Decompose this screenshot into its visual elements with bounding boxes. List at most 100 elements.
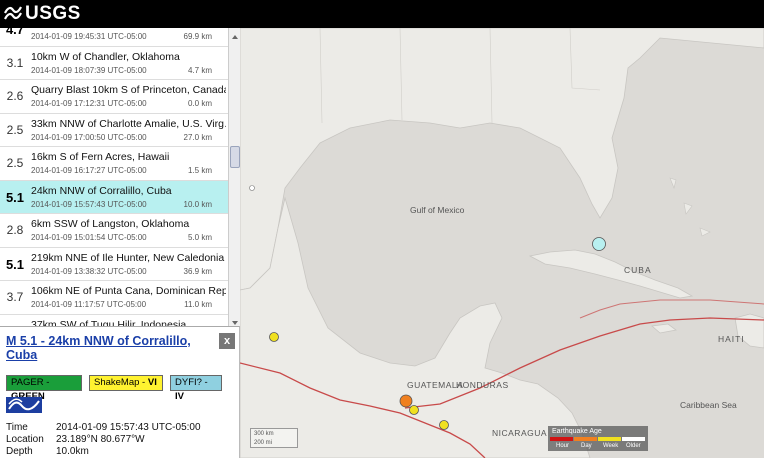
scroll-thumb[interactable] [230, 146, 240, 168]
label-haiti: HAITI [718, 334, 745, 344]
quake-time: 2014-01-09 18:07:39 UTC-05:00 [31, 65, 147, 75]
earthquake-list-item[interactable]: 5.1 219km NNE of Ile Hunter, New Caledoni… [0, 247, 228, 281]
quake-time: 2014-01-09 17:12:31 UTC-05:00 [31, 99, 147, 108]
quake-magnitude: 2.8 [6, 223, 24, 237]
earthquake-age-legend: Earthquake Age Hour Day Week Older [548, 426, 648, 451]
quake-magnitude: 3.7 [6, 290, 24, 304]
pager-label: PAGER - [11, 377, 50, 388]
depth-key: Depth [6, 446, 33, 457]
depth-row: Depth 10.0km [6, 446, 89, 457]
quake-time: 2014-01-09 11:17:57 UTC-05:00 [31, 300, 147, 309]
legend-hour-label: Hour [556, 443, 570, 449]
shakemap-label: ShakeMap - [94, 377, 148, 388]
quake-depth: 4.7 km [187, 65, 212, 75]
legend-day-label: Day [581, 443, 592, 449]
quake-place: 37km SW of Tugu Hilir, Indonesia [31, 318, 187, 327]
earthquake-list-item[interactable]: 5.1 24km NNW of Corralillo, Cuba 2014-01-0… [0, 180, 228, 214]
shakemap-badge[interactable]: ShakeMap - VI [89, 375, 163, 391]
label-gulf-of-mexico: Gulf of Mexico [410, 205, 465, 215]
scale-mi: 200 mi [254, 440, 273, 446]
earthquake-list-item[interactable]: 2.5 16km S of Fern Acres, Hawaii 2014-01-0… [0, 147, 228, 181]
quake-place: 33km NNW of Charlotte Amalie, U.S. Virg… [31, 117, 226, 130]
earthquake-list-item[interactable]: 5.037km SW of Tugu Hilir, Indonesia2014-… [0, 314, 228, 327]
earthquake-list[interactable]: 4.7 2014-01-09 19:45:31 UTC-05:00 69.9 km 3… [0, 28, 240, 326]
event-detail-panel: M 5.1 - 24km NNW of Corralillo, Cuba x P… [0, 326, 240, 458]
legend-older-swatch [622, 437, 645, 441]
quake-place: 24km NNW of Corralillo, Cuba [31, 184, 172, 197]
quake-marker-nicaragua-coast[interactable] [439, 420, 449, 430]
depth-value: 10.0km [56, 446, 89, 457]
quake-place: 219km NNE of Ile Hunter, New Caledonia [31, 251, 225, 264]
event-title-link[interactable]: M 5.1 - 24km NNW of Corralillo, Cuba [6, 334, 206, 362]
quake-depth: 69.9 km [183, 32, 212, 41]
time-row: Time 2014-01-09 15:57:43 UTC-05:00 [6, 422, 201, 433]
usgs-logo[interactable]: USGS [4, 3, 81, 25]
earthquake-list-item[interactable]: 2.5 33km NNW of Charlotte Amalie, U.S. Vi… [0, 113, 228, 147]
earthquake-list-item[interactable]: 2.6 Quarry Blast 10km S of Princeton, Can… [0, 80, 228, 114]
time-key: Time [6, 422, 28, 433]
quake-magnitude: 5.1 [5, 256, 25, 272]
quake-marker-el-salvador[interactable] [409, 405, 419, 415]
usgs-wave-icon [4, 5, 22, 23]
logo-text: USGS [25, 3, 81, 24]
quake-time: 2014-01-09 13:38:32 UTC-05:00 [31, 266, 147, 276]
legend-older-label: Older [626, 443, 641, 449]
earthquake-list-item[interactable]: 2.8 6km SSW of Langston, Oklahoma 2014-01-… [0, 214, 228, 248]
quake-magnitude: 2.6 [6, 89, 24, 103]
legend-week-label: Week [603, 443, 619, 449]
label-caribbean-sea: Caribbean Sea [680, 400, 737, 410]
quake-magnitude: 2.5 [6, 156, 24, 170]
quake-magnitude: 4.7 [5, 28, 25, 37]
earthquake-list-item[interactable]: 4.7 2014-01-09 19:45:31 UTC-05:00 69.9 km [0, 28, 228, 47]
usgs-mini-logo-icon [6, 397, 42, 413]
quake-marker-mexico[interactable] [269, 332, 279, 342]
quake-time: 2014-01-09 15:01:54 UTC-05:00 [31, 233, 147, 242]
quake-depth: 0.0 km [187, 99, 212, 108]
scroll-down-icon[interactable] [230, 315, 240, 325]
quake-marker-cuba[interactable] [592, 237, 606, 251]
quake-depth: 11.0 km [184, 300, 212, 309]
quake-depth: 10.0 km [183, 199, 212, 209]
map-view[interactable]: Gulf of Mexico CUBA GUATEMALA HONDURAS N… [240, 28, 764, 458]
quake-marker-old[interactable] [249, 185, 255, 191]
close-button[interactable]: x [219, 333, 235, 349]
label-guatemala: GUATEMALA [407, 380, 464, 390]
scroll-up-icon[interactable] [230, 29, 240, 39]
shakemap-value: VI [147, 377, 157, 388]
quake-depth: 1.5 km [187, 166, 212, 175]
quake-depth: 36.9 km [183, 266, 212, 276]
location-key: Location [6, 434, 44, 445]
quake-time: 2014-01-09 17:00:50 UTC-05:00 [31, 132, 147, 142]
time-value: 2014-01-09 15:57:43 UTC-05:00 [56, 422, 201, 433]
top-bar: USGS [0, 0, 764, 28]
earthquake-list-item[interactable]: 3.1 10km W of Chandler, Oklahoma 2014-01-0… [0, 46, 228, 80]
pager-badge[interactable]: PAGER - GREEN [6, 375, 82, 402]
quake-depth: 27.0 km [183, 132, 212, 142]
map-scale-bar: 300 km 200 mi [250, 428, 298, 448]
legend-day-swatch [574, 437, 597, 441]
earthquake-list-item[interactable]: 3.7 106km NE of Punta Cana, Dominican Rep… [0, 281, 228, 315]
quake-place: Quarry Blast 10km S of Princeton, Canada [31, 84, 226, 96]
dyfi-value: IV [175, 391, 184, 402]
location-value: 23.189°N 80.677°W [56, 434, 145, 445]
quake-place: 106km NE of Punta Cana, Dominican Rep… [31, 285, 226, 297]
dyfi-label: DYFI? - [175, 377, 208, 388]
label-honduras: HONDURAS [456, 380, 509, 390]
legend-week-swatch [598, 437, 621, 441]
scale-km: 300 km [254, 431, 274, 437]
quake-magnitude: 2.5 [6, 122, 24, 137]
quake-place: 6km SSW of Langston, Oklahoma [31, 218, 190, 230]
quake-magnitude: 5.1 [5, 189, 25, 205]
dyfi-badge[interactable]: DYFI? - IV [170, 375, 222, 402]
quake-magnitude: 3.1 [6, 55, 24, 70]
quake-marker-guatemala[interactable] [399, 394, 413, 408]
list-scrollbar[interactable] [228, 28, 240, 326]
label-nicaragua: NICARAGUA [492, 428, 548, 438]
map-canvas[interactable] [240, 28, 764, 458]
quake-depth: 5.0 km [187, 233, 212, 242]
label-cuba: CUBA [624, 265, 652, 275]
legend-hour-swatch [550, 437, 573, 441]
location-row: Location 23.189°N 80.677°W [6, 434, 145, 445]
quake-time: 2014-01-09 19:45:31 UTC-05:00 [31, 32, 147, 41]
quake-time: 2014-01-09 15:57:43 UTC-05:00 [31, 199, 147, 209]
